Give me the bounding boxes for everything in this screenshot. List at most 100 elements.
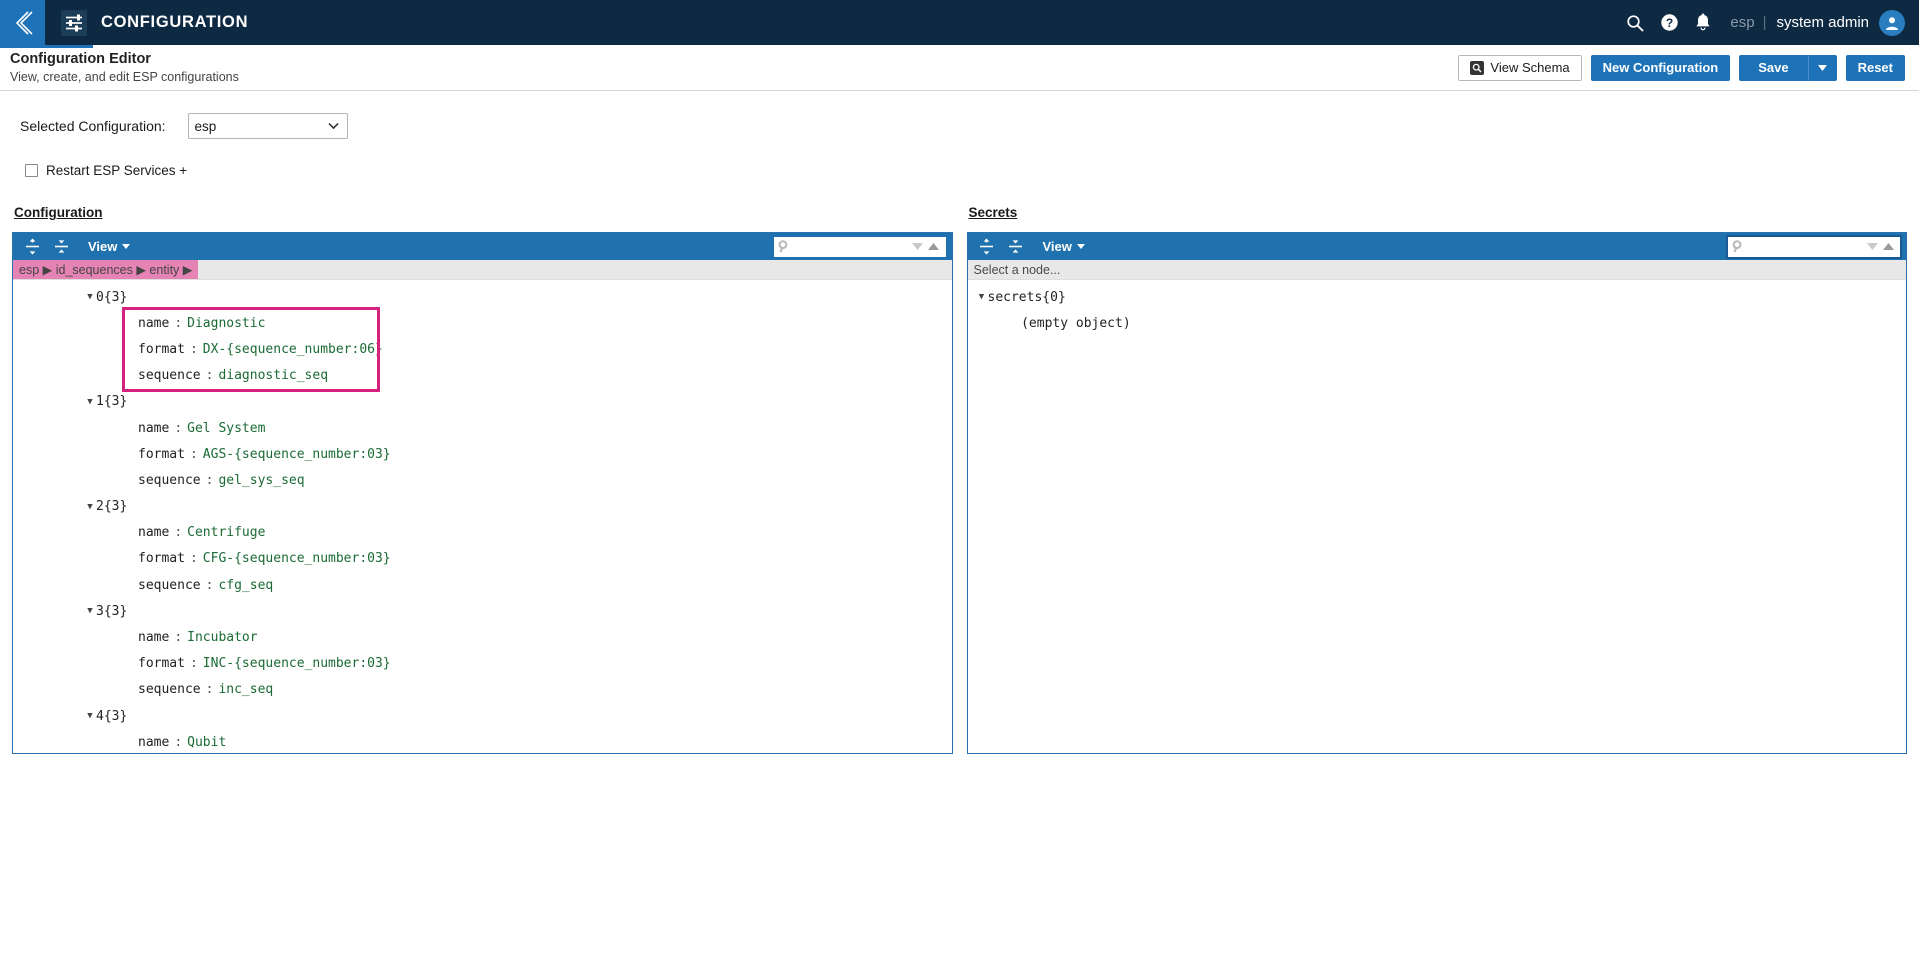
tree-colon: : [174,420,183,436]
tree-node-row[interactable]: ▼ 2 {3} [13,494,952,520]
view-menu-secrets[interactable]: View [1043,239,1085,254]
sliders-icon [59,8,89,38]
tree-node-row[interactable]: (empty object) [968,310,1907,336]
collapse-all-icon[interactable] [48,235,74,258]
chevron-down-icon [912,243,923,250]
page-title: Configuration Editor [10,50,151,67]
tree-key: format [138,656,185,672]
view-schema-label: View Schema [1490,60,1570,75]
save-split-button: Save [1739,54,1837,81]
help-circle-icon[interactable]: ? [1652,0,1686,45]
chevron-down-icon [122,244,131,249]
tree-key: format [138,551,185,567]
tree-value[interactable]: Incubator [187,630,257,645]
tree-node-row[interactable]: ▼ 0 {3} [13,284,952,310]
tree-collapse-toggle-icon[interactable]: ▼ [84,502,96,512]
tree-property-row[interactable]: name: Diagnostic [13,310,952,336]
tree-property-row[interactable]: format: INC-{sequence_number:03} [13,651,952,677]
tree-value[interactable]: Diagnostic [187,316,265,331]
tree-collapse-toggle-icon[interactable]: ▼ [84,292,96,302]
tree-property-row[interactable]: format: DX-{sequence_number:06} [13,336,952,362]
secrets-editor-toolbar: View [967,233,1906,260]
view-schema-button[interactable]: View Schema [1458,54,1582,81]
username-label: system admin [1776,14,1869,31]
tree-collapse-toggle-icon[interactable]: ▼ [84,397,96,407]
tree-value[interactable]: CFG-{sequence_number:03} [203,551,391,566]
tree-node-count: {3} [103,394,128,410]
tree-property-row[interactable]: sequence: cfg_seq [13,572,952,598]
configuration-search-box[interactable] [773,236,946,257]
secrets-search-input[interactable] [1748,237,1864,256]
chevron-down-icon [1076,244,1085,249]
expand-all-icon[interactable] [974,235,1000,258]
configuration-search-input[interactable] [793,237,910,256]
user-avatar-icon[interactable] [1879,9,1905,36]
secrets-panel: Secrets View Select a node... ▼ secrets … [966,204,1907,754]
tree-node-label: 3 [96,603,104,619]
tree-node-row[interactable]: ▼ 4 {3} [13,703,952,729]
app-title: CONFIGURATION [101,13,249,31]
breadcrumb[interactable]: esp ▶ id_sequences ▶ entity ▶ [13,260,199,279]
search-icon[interactable] [1618,0,1652,45]
tree-value[interactable]: diagnostic_seq [218,368,328,383]
configuration-select[interactable]: esp [187,113,348,139]
tree-value[interactable]: DX-{sequence_number:06} [203,342,383,357]
search-prev-match-button[interactable] [926,243,942,250]
tree-value[interactable]: AGS-{sequence_number:03} [203,447,391,462]
tree-node-count: {0} [1042,289,1066,305]
restart-esp-services-row[interactable]: Restart ESP Services + [0,139,1919,178]
tree-collapse-toggle-icon[interactable]: ▼ [84,606,96,616]
page-subtitle: View, create, and edit ESP configuration… [10,69,239,84]
back-button[interactable] [0,0,45,45]
view-menu-configuration[interactable]: View [88,239,131,254]
bell-icon[interactable] [1686,0,1720,45]
collapse-all-icon[interactable] [1003,235,1029,258]
tree-property-row[interactable]: sequence: gel_sys_seq [13,467,952,493]
configuration-editor: View esp ▶ id_sequences ▶ entity ▶ ▼ 0 {… [12,232,953,754]
tree-value[interactable]: inc_seq [218,682,273,697]
expand-all-icon[interactable] [19,235,45,258]
tree-property-row[interactable]: format: AGS-{sequence_number:03} [13,441,952,467]
tree-value[interactable]: INC-{sequence_number:03} [203,656,391,671]
tree-property-row[interactable]: sequence: inc_seq [13,677,952,703]
tree-collapse-toggle-icon[interactable]: ▼ [84,711,96,721]
tree-node-row[interactable]: ▼ 1 {3} [13,389,952,415]
tree-collapse-toggle-icon[interactable]: ▼ [976,292,988,302]
tree-node-count: {3} [103,603,128,619]
tree-node-label: 0 [96,289,104,305]
tree-colon: : [205,368,214,384]
tree-node-label: 1 [96,394,104,410]
chevron-down-icon [1817,64,1827,71]
search-next-match-button[interactable] [910,243,926,250]
tree-value[interactable]: Centrifuge [187,525,265,540]
tree-property-row[interactable]: name: Centrifuge [13,520,952,546]
schema-magnifier-icon [1470,60,1485,75]
restart-esp-services-checkbox[interactable] [25,164,38,177]
tree-property-row[interactable]: sequence: diagnostic_seq [13,363,952,389]
tree-property-row[interactable]: name: Incubator [13,624,952,650]
tree-property-row[interactable]: format: CFG-{sequence_number:03} [13,546,952,572]
secrets-select-node-bar[interactable]: Select a node... [967,260,1906,280]
tree-node-row[interactable]: ▼ secrets {0} [968,284,1907,310]
chevron-left-icon [15,10,33,35]
save-dropdown-button[interactable] [1807,54,1837,81]
tree-node-row[interactable]: ▼ 3 {3} [13,598,952,624]
search-prev-match-button[interactable] [1880,243,1896,250]
tree-key: name [138,420,170,436]
reset-button[interactable]: Reset [1845,54,1905,81]
secrets-tree[interactable]: ▼ secrets {0} (empty object) [968,280,1907,753]
search-next-match-button[interactable] [1864,243,1880,250]
tree-value[interactable]: Gel System [187,421,265,436]
configuration-tree[interactable]: ▼ 0 {3} name: Diagnostic format: DX-{sequence… [13,280,952,753]
tree-value[interactable]: cfg_seq [218,578,273,593]
secrets-search-box[interactable] [1726,234,1902,259]
new-configuration-button[interactable]: New Configuration [1590,54,1731,81]
tree-colon: : [205,682,214,698]
tree-property-row[interactable]: name: Qubit [13,729,952,753]
tree-value[interactable]: gel_sys_seq [218,473,304,488]
save-button[interactable]: Save [1739,54,1808,81]
tree-value[interactable]: Qubit [187,735,226,750]
top-navigation-bar: CONFIGURATION ? esp | system admin [0,0,1919,48]
tree-property-row[interactable]: name: Gel System [13,415,952,441]
topbar-separator: | [1762,14,1767,31]
